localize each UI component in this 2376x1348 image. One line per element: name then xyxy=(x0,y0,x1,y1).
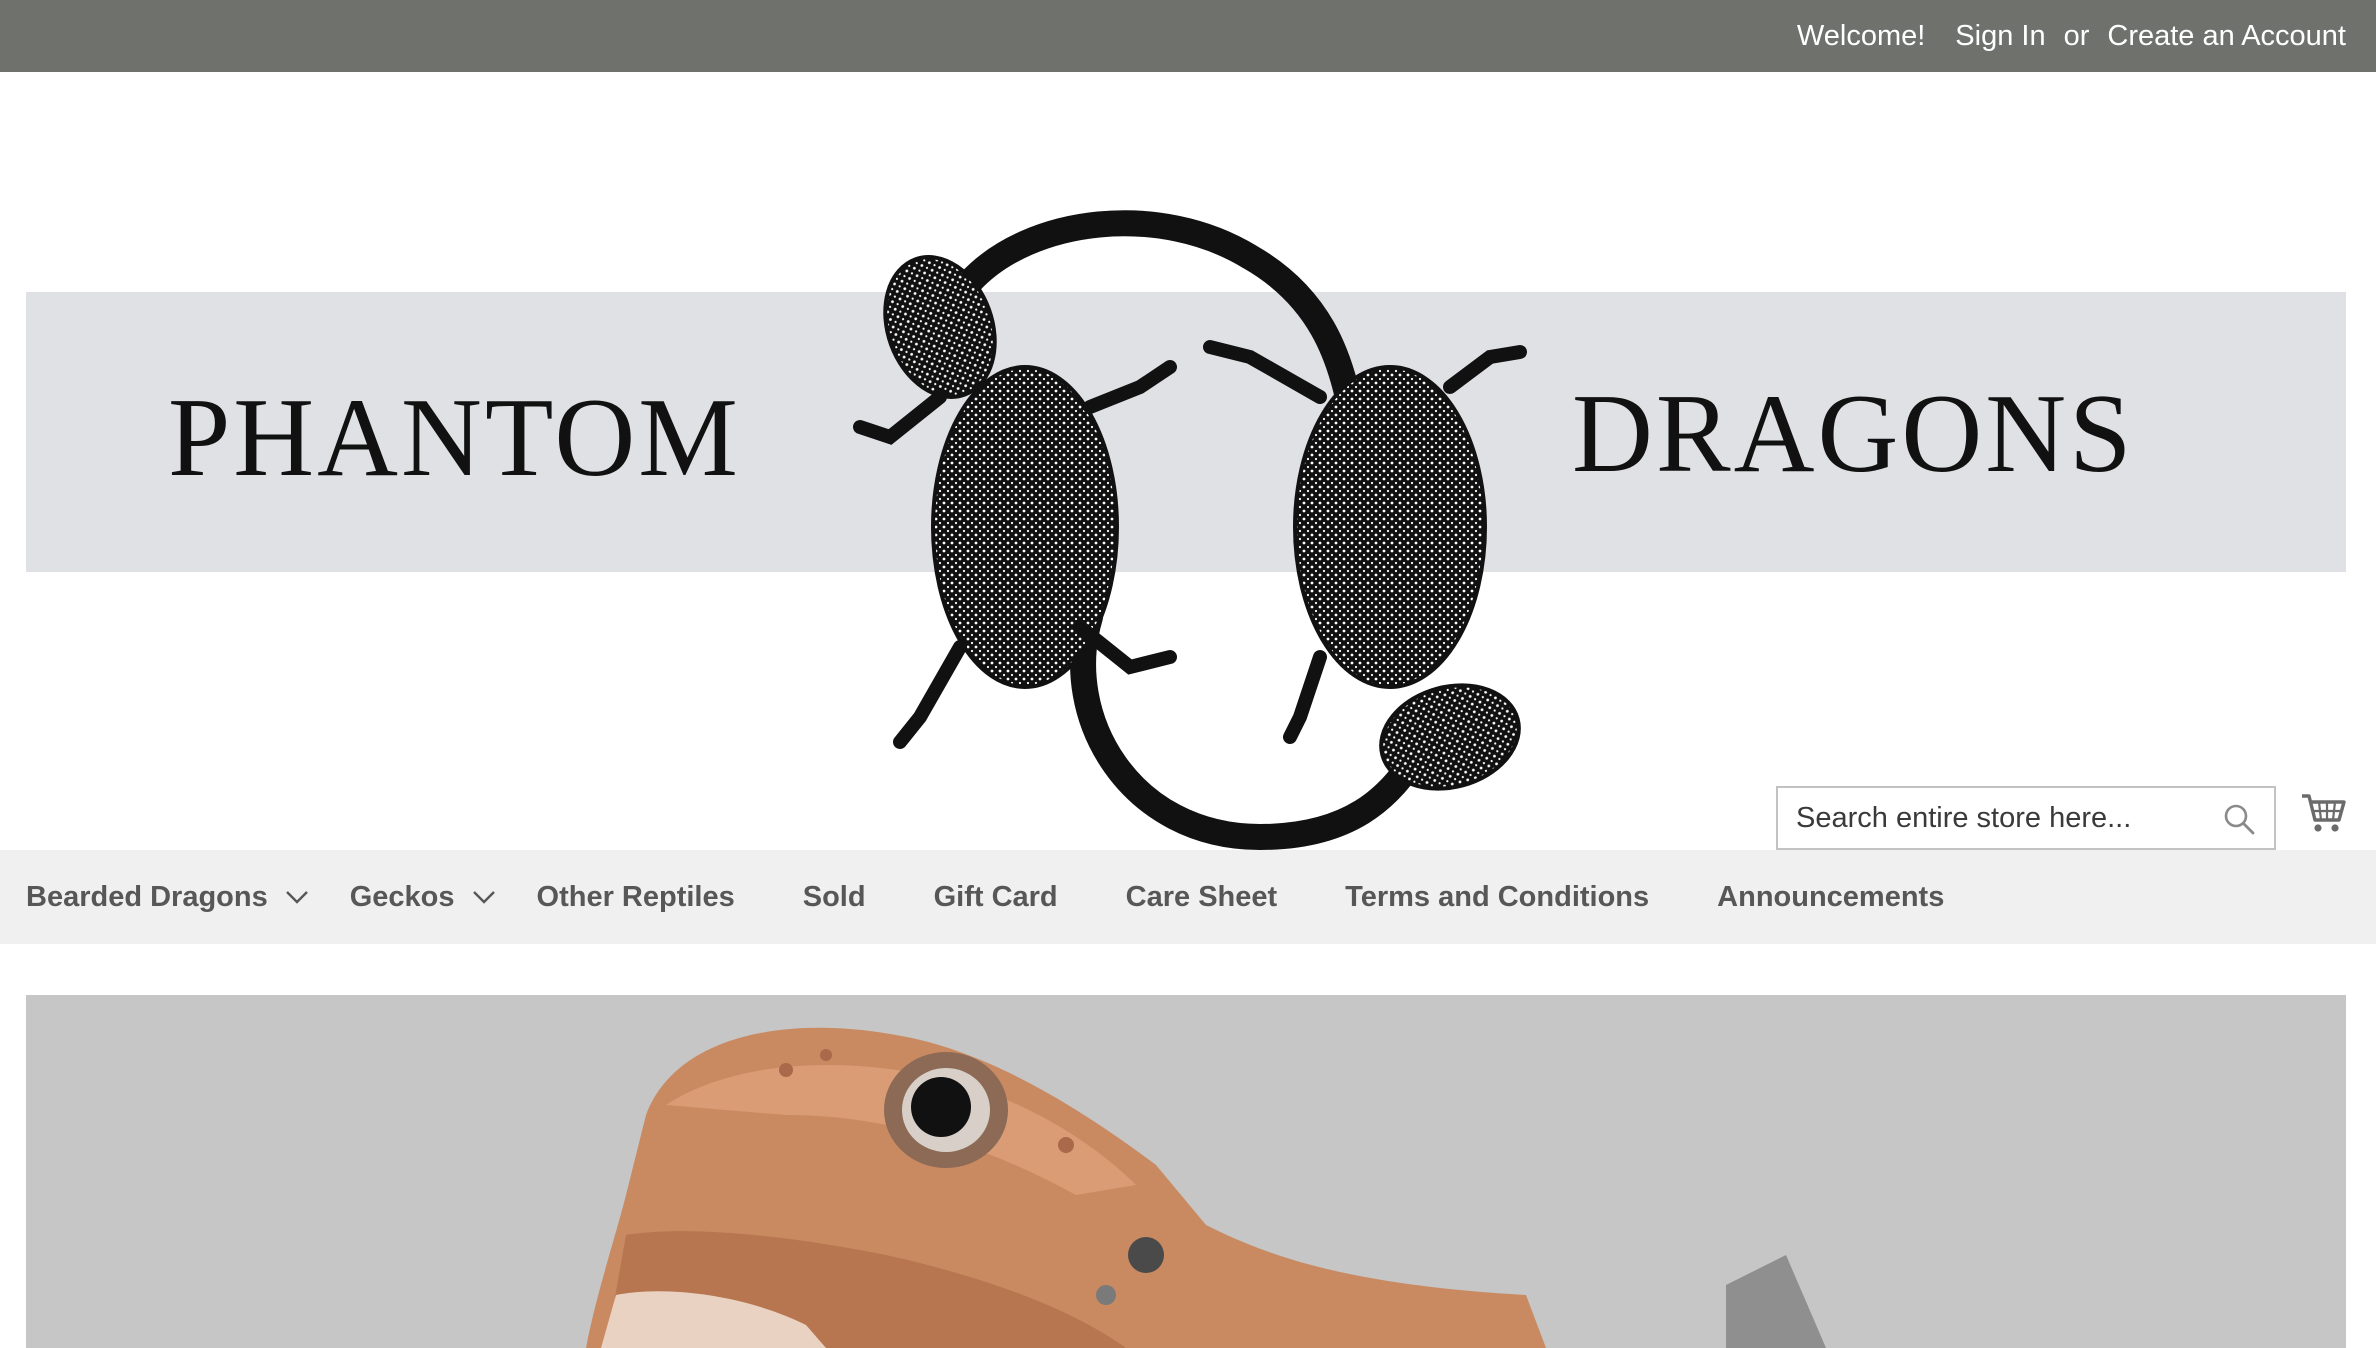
nav-item-geckos[interactable]: Geckos xyxy=(350,881,497,914)
nav-item-care-sheet[interactable]: Care Sheet xyxy=(1126,881,1278,914)
nav-item-label: Sold xyxy=(802,880,866,913)
create-account-link[interactable]: Create an Account xyxy=(2107,20,2346,52)
search-icon[interactable] xyxy=(2222,802,2256,836)
hero-banner[interactable] xyxy=(26,995,2346,1348)
chevron-down-icon xyxy=(285,891,308,904)
or-separator: or xyxy=(2063,19,2090,52)
nav-item-sold[interactable]: Sold xyxy=(803,881,866,914)
nav-item-other-reptiles[interactable]: Other Reptiles xyxy=(537,881,735,914)
nav-item-terms-and-conditions[interactable]: Terms and Conditions xyxy=(1345,881,1649,914)
cart-icon[interactable] xyxy=(2300,790,2346,836)
nav-item-label: Bearded Dragons xyxy=(26,880,268,913)
nav-item-label: Gift Card xyxy=(933,880,1058,913)
chevron-down-icon xyxy=(472,891,495,904)
search-input[interactable] xyxy=(1778,788,2218,848)
logo-lizards-illustration xyxy=(853,210,1527,851)
nav-item-label: Announcements xyxy=(1717,880,1945,913)
search-box xyxy=(1776,786,2276,850)
logo-word-left: PHANTOM xyxy=(168,376,741,500)
header-links: Welcome! Sign In or Create an Account xyxy=(1767,0,2346,72)
header-top-bar: Welcome! Sign In or Create an Account xyxy=(0,0,2376,72)
site-logo[interactable]: PHANTOM DRAGONS xyxy=(0,72,2376,851)
nav-item-gift-card[interactable]: Gift Card xyxy=(934,881,1058,914)
nav-item-bearded-dragons[interactable]: Bearded Dragons xyxy=(26,881,310,914)
logo-word-right: DRAGONS xyxy=(1572,372,2135,496)
nav-item-label: Care Sheet xyxy=(1125,880,1278,913)
nav-item-announcements[interactable]: Announcements xyxy=(1717,881,1944,914)
main-navigation: Bearded Dragons Geckos Other Reptiles So… xyxy=(0,850,2376,944)
welcome-message: Welcome! xyxy=(1796,19,1926,52)
nav-item-label: Geckos xyxy=(349,880,455,913)
hero-lizard-image xyxy=(586,1027,1826,1348)
nav-item-label: Other Reptiles xyxy=(536,880,735,913)
nav-item-label: Terms and Conditions xyxy=(1345,880,1650,913)
sign-in-link[interactable]: Sign In xyxy=(1955,20,2045,52)
